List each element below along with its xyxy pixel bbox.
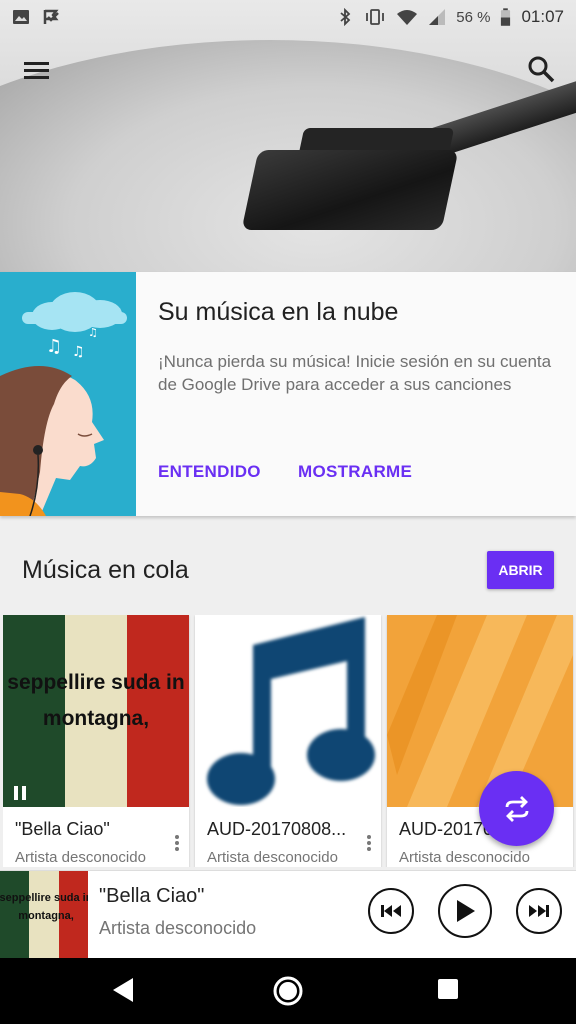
status-bar: 56 % 01:07 [0, 0, 576, 34]
more-vert-icon[interactable] [171, 833, 183, 851]
open-queue-button[interactable]: ABRIR [487, 551, 554, 589]
player-album-art: seppellire suda in montagna, [0, 871, 88, 959]
svg-text:♫: ♫ [72, 344, 85, 360]
queue-card[interactable]: seppellire suda in montagna, "Bella Ciao… [3, 615, 189, 867]
show-me-button[interactable]: MOSTRARME [298, 462, 412, 482]
album-art: seppellire suda in montagna, [3, 615, 189, 807]
album-art-text: seppellire suda in montagna, [0, 889, 88, 925]
album-art-text-line: montagna, [42, 707, 150, 730]
image-icon [13, 10, 29, 24]
mini-player[interactable]: seppellire suda in montagna, "Bella Ciao… [0, 870, 576, 959]
shuffle-repeat-icon [505, 795, 528, 822]
card-artist: Artista desconocido [399, 849, 530, 866]
got-it-button[interactable]: ENTENDIDO [158, 462, 261, 482]
check-flag-icon [43, 9, 59, 24]
skip-previous-button[interactable] [368, 888, 414, 934]
menu-icon[interactable] [22, 56, 52, 84]
album-art [195, 615, 381, 807]
skip-previous-icon [381, 905, 401, 917]
play-icon [457, 900, 475, 922]
svg-text:♫: ♫ [46, 336, 62, 357]
skip-next-button[interactable] [516, 888, 562, 934]
more-vert-icon[interactable] [363, 833, 375, 851]
play-button[interactable] [438, 884, 492, 938]
bluetooth-icon [340, 8, 351, 26]
svg-text:♫: ♫ [88, 326, 98, 339]
cloud-music-promo-card: ♫ ♫ ♫ Su música en la nube ¡Nunca pierda… [0, 272, 576, 516]
orange-abstract-art [387, 615, 573, 807]
player-track-title: "Bella Ciao" [99, 885, 205, 907]
card-artist: Artista desconocido [15, 849, 146, 866]
cartridge-image [241, 150, 459, 230]
album-art-text-line: seppellire suda in [7, 671, 185, 694]
card-title: AUD-20170808... [207, 819, 347, 839]
album-art-text-line: montagna, [18, 910, 74, 922]
queue-card[interactable]: AUD-20170808... Artista desconocido [195, 615, 381, 867]
wifi-icon [397, 10, 418, 25]
hero-header-image [0, 0, 576, 272]
card-title: "Bella Ciao" [15, 819, 110, 839]
album-art [387, 615, 573, 807]
skip-next-icon [529, 905, 549, 917]
album-art-text-line: seppellire suda in [0, 892, 88, 904]
promo-title: Su música en la nube [158, 298, 399, 326]
recents-icon[interactable] [437, 978, 459, 1000]
system-navigation-bar [0, 958, 576, 1024]
home-icon[interactable] [272, 975, 304, 1007]
player-artist: Artista desconocido [99, 918, 257, 938]
clock: 01:07 [521, 7, 564, 26]
app-toolbar [0, 52, 576, 88]
music-note-art [207, 617, 375, 805]
vibrate-icon [366, 9, 385, 25]
pause-icon[interactable] [13, 785, 27, 801]
promo-body: ¡Nunca pierda su música! Inicie sesión e… [158, 352, 552, 394]
card-artist: Artista desconocido [207, 849, 338, 866]
album-art-text: seppellire suda in montagna, [3, 665, 189, 737]
woman-headphones-illustration: ♫ ♫ ♫ [0, 272, 136, 516]
queue-section-title: Música en cola [22, 556, 189, 584]
shuffle-all-fab[interactable] [479, 771, 554, 846]
back-icon[interactable] [110, 976, 136, 1004]
promo-illustration: ♫ ♫ ♫ [0, 272, 136, 516]
search-icon[interactable] [526, 54, 556, 84]
signal-icon [429, 9, 446, 25]
battery-percent: 56 % [456, 8, 491, 26]
battery-icon [501, 7, 511, 26]
